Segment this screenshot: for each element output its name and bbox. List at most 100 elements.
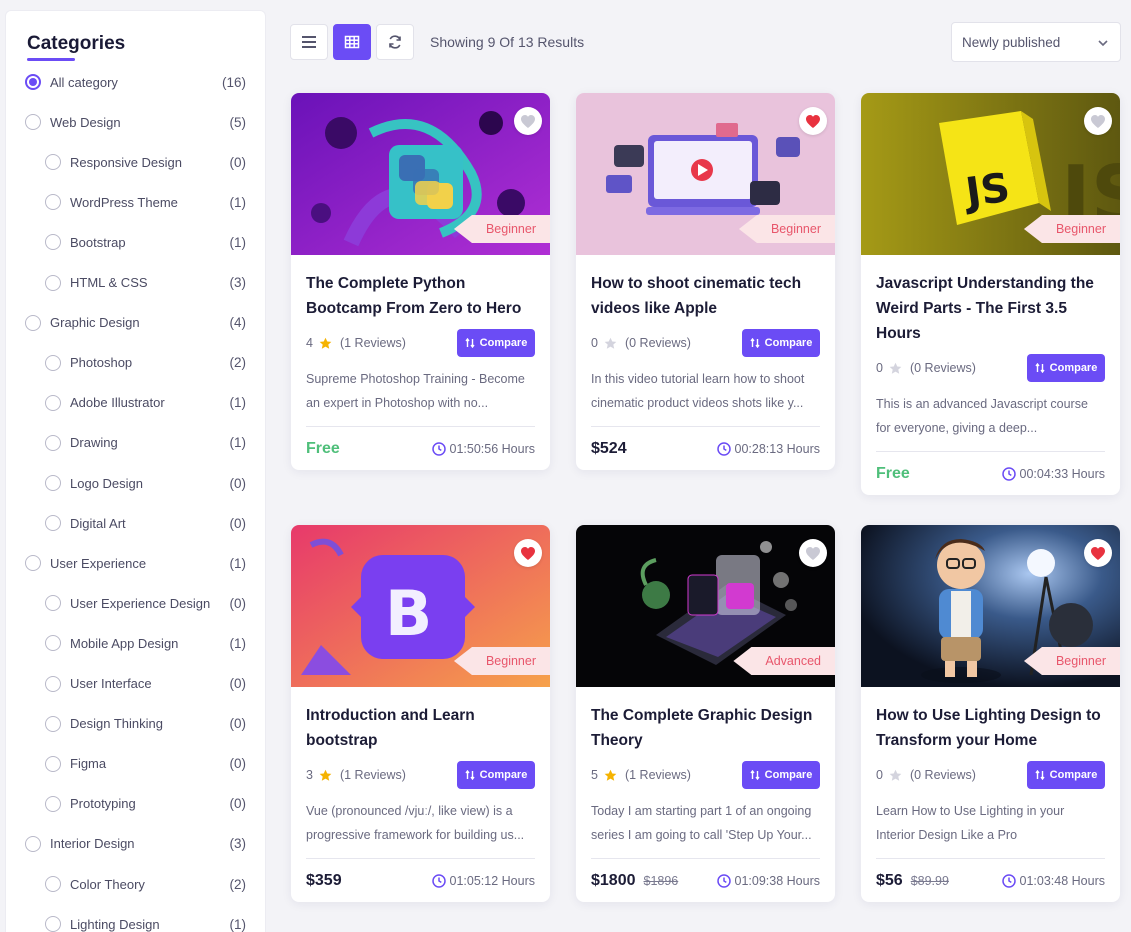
radio-button[interactable] [45, 595, 61, 612]
course-card[interactable]: B Beginner Introduction and Learn bootstrap… [291, 525, 550, 902]
duration-text: 01:09:38 Hours [734, 873, 820, 888]
compare-icon [465, 338, 475, 348]
radio-button[interactable] [45, 755, 61, 772]
radio-button[interactable] [45, 434, 61, 451]
category-item[interactable]: Prototyping (0) [6, 792, 267, 816]
radio-button[interactable] [45, 795, 61, 812]
review-count: (1 Reviews) [339, 768, 406, 782]
wishlist-button[interactable] [1084, 107, 1112, 135]
clock-icon [1001, 466, 1016, 481]
heart-icon [1091, 114, 1105, 128]
radio-button[interactable] [45, 475, 61, 491]
category-count: (4) [229, 315, 247, 331]
course-thumbnail[interactable]: JS JS Beginner [861, 93, 1120, 255]
sort-select[interactable]: Newly published [951, 22, 1121, 62]
course-title[interactable]: The Complete Python Bootcamp From Zero to… [306, 271, 535, 321]
radio-button[interactable] [25, 555, 41, 572]
compare-button[interactable]: Compare [457, 329, 535, 357]
radio-button[interactable] [45, 154, 61, 171]
star-icon [889, 362, 902, 374]
category-item[interactable]: Web Design (5) [6, 110, 267, 134]
wishlist-button[interactable] [799, 107, 827, 135]
radio-button[interactable] [45, 394, 61, 411]
compare-button[interactable]: Compare [1027, 354, 1105, 382]
course-thumbnail[interactable]: Beginner [861, 525, 1120, 687]
course-thumbnail[interactable]: B Beginner [291, 525, 550, 687]
compare-button[interactable]: Compare [742, 329, 820, 357]
wishlist-button[interactable] [1084, 539, 1112, 567]
radio-button[interactable] [25, 314, 41, 331]
course-title[interactable]: How to shoot cinematic tech videos like A… [591, 271, 820, 321]
radio-button[interactable] [45, 274, 61, 291]
compare-button[interactable]: Compare [742, 761, 820, 789]
category-item[interactable]: Photoshop (2) [6, 351, 267, 375]
radio-button[interactable] [45, 876, 61, 892]
radio-button[interactable] [45, 675, 61, 692]
wishlist-button[interactable] [799, 539, 827, 567]
category-item[interactable]: User Experience Design (0) [6, 591, 267, 615]
course-card[interactable]: Beginner The Complete Python Bootcamp From… [291, 93, 550, 470]
wishlist-button[interactable] [514, 107, 542, 135]
compare-button[interactable]: Compare [457, 761, 535, 789]
course-card[interactable]: Beginner How to shoot cinematic tech video… [576, 93, 835, 470]
radio-button[interactable] [45, 916, 61, 932]
category-item[interactable]: Adobe Illustrator (1) [6, 391, 267, 415]
category-label: Logo Design [70, 475, 143, 491]
svg-text:JS: JS [960, 165, 1013, 217]
category-item[interactable]: Responsive Design (0) [6, 150, 267, 174]
radio-button[interactable] [45, 234, 61, 251]
radio-button[interactable] [45, 194, 61, 211]
category-item[interactable]: Mobile App Design (1) [6, 631, 267, 655]
radio-button[interactable] [45, 515, 61, 532]
heart-icon [1091, 546, 1105, 560]
radio-button[interactable] [25, 114, 41, 131]
category-item[interactable]: Digital Art (0) [6, 511, 267, 535]
category-item[interactable]: Lighting Design (1) [6, 912, 267, 932]
course-title[interactable]: Introduction and Learn bootstrap [306, 703, 535, 753]
category-item[interactable]: Bootstrap (1) [6, 230, 267, 254]
category-item[interactable]: Interior Design (3) [6, 832, 267, 856]
course-card[interactable]: Advanced The Complete Graphic Design Theor… [576, 525, 835, 902]
course-card[interactable]: JS JS Beginner Javascript Understanding the… [861, 93, 1120, 495]
category-item[interactable]: User Experience (1) [6, 551, 267, 575]
desc-line: In this video tutorial learn how to shoo… [591, 372, 805, 386]
compare-button[interactable]: Compare [1027, 761, 1105, 789]
category-item[interactable]: HTML & CSS (3) [6, 271, 267, 295]
category-item[interactable]: Figma (0) [6, 752, 267, 776]
category-item[interactable]: User Interface (0) [6, 672, 267, 696]
category-item[interactable]: WordPress Theme (1) [6, 190, 267, 214]
desc-line: progressive framework for building us... [306, 828, 525, 842]
grid-view-button[interactable] [333, 24, 371, 60]
radio-button[interactable] [45, 354, 61, 371]
list-view-button[interactable] [290, 24, 328, 60]
course-thumbnail[interactable]: Beginner [291, 93, 550, 255]
title-line: Hours [876, 325, 921, 342]
category-count: (1) [229, 234, 247, 250]
title-line: Weird Parts - The First 3.5 [876, 300, 1067, 317]
course-title[interactable]: The Complete Graphic Design Theory [591, 703, 820, 753]
course-title[interactable]: How to Use Lighting Design to Transform y… [876, 703, 1105, 753]
category-item[interactable]: All category (16) [6, 70, 267, 94]
category-item[interactable]: Logo Design (0) [6, 471, 267, 495]
course-title[interactable]: Javascript Understanding the Weird Parts … [876, 271, 1105, 346]
course-thumbnail[interactable]: Beginner [576, 93, 835, 255]
category-item[interactable]: Drawing (1) [6, 431, 267, 455]
wishlist-button[interactable] [514, 539, 542, 567]
category-item[interactable]: Graphic Design (4) [6, 311, 267, 335]
desc-line: cinematic product videos shots like y... [591, 396, 804, 410]
category-label: Digital Art [70, 515, 126, 531]
radio-button[interactable] [45, 635, 61, 652]
category-item[interactable]: Color Theory (2) [6, 872, 267, 896]
desc-line: an expert in Photoshop with no... [306, 396, 489, 410]
review-count: (0 Reviews) [909, 768, 976, 782]
course-card[interactable]: Beginner How to Use Lighting Design to Tra… [861, 525, 1120, 902]
course-thumbnail[interactable]: Advanced [576, 525, 835, 687]
clock-icon [1001, 873, 1016, 888]
radio-button[interactable] [25, 74, 41, 90]
review-count: (0 Reviews) [909, 361, 976, 375]
current-price: Free [306, 439, 340, 457]
refresh-button[interactable] [376, 24, 414, 60]
category-item[interactable]: Design Thinking (0) [6, 712, 267, 736]
radio-button[interactable] [25, 835, 41, 852]
radio-button[interactable] [45, 715, 61, 732]
